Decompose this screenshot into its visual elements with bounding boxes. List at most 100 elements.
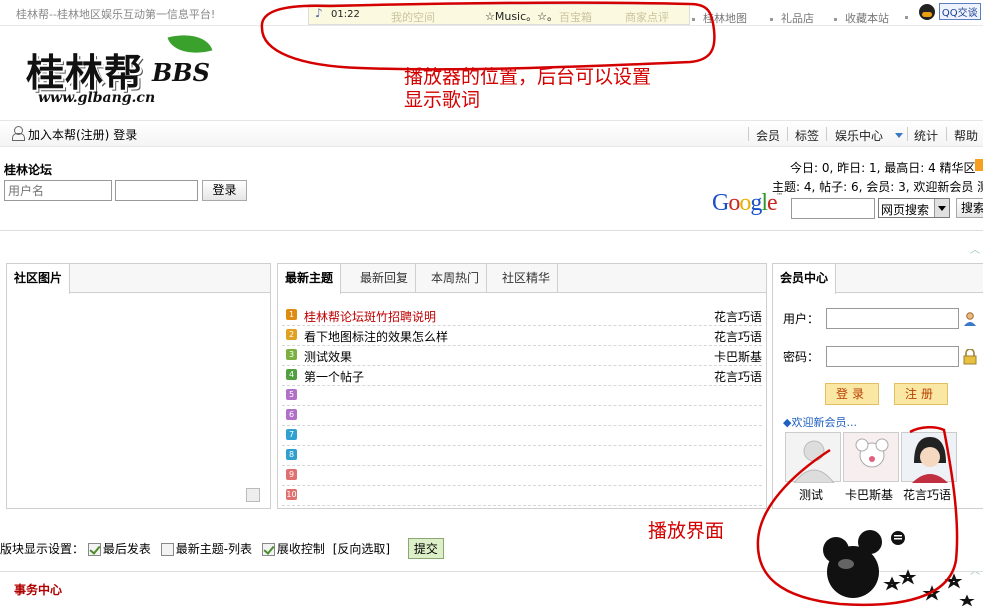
tab-member-center[interactable]: 会员中心 — [773, 264, 837, 294]
password-input[interactable] — [115, 180, 198, 201]
rank-number-icon: 6 — [286, 409, 297, 420]
submit-button[interactable]: 提交 — [407, 538, 444, 559]
nav-item-stats[interactable]: 统计 — [914, 127, 938, 144]
logo-text: 桂林帮 — [26, 50, 144, 95]
member-login-button[interactable]: 登录 — [825, 383, 879, 405]
player-ghost-link: 百宝箱 — [559, 11, 592, 24]
topic-row[interactable]: 1 桂林帮论坛斑竹招聘说明 花言巧语 — [282, 306, 762, 326]
chevron-down-icon[interactable] — [895, 133, 903, 138]
tab-latest-topics[interactable]: 最新主题 — [278, 264, 342, 294]
topic-row[interactable]: 4 第一个帖子 花言巧语 — [282, 366, 762, 386]
login-link[interactable]: 登录 — [113, 128, 137, 142]
rss-icon[interactable] — [975, 159, 983, 171]
nav-separator — [946, 127, 947, 141]
collapse-icon[interactable]: ︿ — [970, 241, 980, 256]
topic-author-link[interactable]: 花言巧语 — [714, 328, 762, 345]
settings-label: 版块显示设置： — [0, 542, 85, 556]
forum-stats-summary: 主题: 4, 帖子: 6, 会员: 3, 欢迎新会员 测 — [772, 180, 983, 194]
search-input[interactable] — [791, 198, 875, 219]
avatar[interactable] — [843, 432, 899, 482]
chevron-down-icon[interactable] — [934, 199, 949, 217]
user-icon — [963, 312, 977, 326]
rank-number-icon: 1 — [286, 309, 297, 320]
music-note-icon: ♪ — [315, 6, 323, 20]
username-input[interactable] — [4, 180, 112, 201]
topic-author-link[interactable]: 卡巴斯基 — [714, 348, 762, 365]
tab-latest-replies[interactable]: 最新回复 — [353, 264, 417, 293]
password-label: 密码： — [783, 350, 820, 364]
lock-icon — [963, 348, 977, 365]
google-logo: Google — [712, 190, 778, 216]
tab-community-best[interactable]: 社区精华 — [495, 264, 559, 293]
member-password-input[interactable] — [826, 346, 959, 367]
nav-separator — [826, 127, 827, 141]
topic-row[interactable]: 2 看下地图标注的效果怎么样 花言巧语 — [282, 326, 762, 346]
topic-author-link[interactable]: 花言巧语 — [714, 368, 762, 385]
checkbox[interactable] — [261, 543, 275, 556]
member-username-input[interactable] — [826, 308, 959, 329]
checkbox[interactable] — [87, 543, 101, 556]
topic-author-link[interactable]: 花言巧语 — [714, 308, 762, 325]
new-member-name[interactable]: 测试 — [799, 486, 823, 503]
site-logo[interactable]: 桂林帮 BBS www.glbang.cn — [22, 27, 222, 110]
topic-title-link[interactable]: 桂林帮论坛斑竹招聘说明 — [304, 308, 436, 325]
nav-item-help[interactable]: 帮助 — [954, 127, 978, 144]
panel-header: 社区图片 — [7, 264, 270, 294]
mickey-player-widget[interactable] — [808, 528, 978, 608]
top-link-bookmark[interactable]: 收藏本站 — [834, 10, 889, 26]
tab-weekly-hot[interactable]: 本周热门 — [424, 264, 488, 293]
search-button[interactable]: 搜索 — [956, 198, 983, 218]
player-song-title: ☆Music。☆。 — [485, 10, 559, 23]
topic-row: 9 — [282, 466, 762, 486]
scroll-arrow-icon[interactable] — [246, 488, 260, 502]
leaf-icon — [167, 27, 213, 61]
top-link-gift[interactable]: 礼品店 — [770, 10, 814, 26]
topics-panel: 最新主题 最新回复 本周热门 社区精华 1 桂林帮论坛斑竹招聘说明 花言巧语 2 看下地… — [277, 263, 767, 509]
rank-number-icon: 3 — [286, 349, 297, 360]
forum-title: 桂林论坛 — [4, 163, 53, 177]
logo-url: www.glbang.cn — [38, 90, 156, 106]
topic-row: 10 — [282, 486, 762, 506]
trademark-mark: ™ — [776, 192, 783, 200]
topic-row: 8 — [282, 446, 762, 466]
user-label: 用户： — [783, 312, 820, 326]
avatar[interactable] — [901, 432, 957, 483]
nav-item-members[interactable]: 会员 — [756, 127, 780, 144]
checkbox[interactable] — [160, 543, 174, 556]
option-collapse-control[interactable]: 展收控制 — [261, 542, 325, 556]
search-type-select[interactable]: 网页搜索 — [878, 198, 950, 218]
topic-title-link[interactable]: 第一个帖子 — [304, 368, 364, 385]
invert-selection-link[interactable]: [反向选取] — [333, 542, 390, 556]
topic-row[interactable]: 3 测试效果 卡巴斯基 — [282, 346, 762, 366]
topic-row: 6 — [282, 406, 762, 426]
option-last-post[interactable]: 最后发表 — [87, 542, 151, 556]
topic-title-link[interactable]: 测试效果 — [304, 348, 352, 365]
panel-header: 最新主题 最新回复 本周热门 社区精华 — [278, 264, 766, 294]
nav-separator — [907, 127, 908, 141]
qq-penguin-icon — [919, 3, 935, 20]
top-link-bookmark-dot — [905, 10, 916, 23]
site-slogan: 桂林帮--桂林地区娱乐互动第一信息平台! — [16, 8, 216, 21]
join-register-link[interactable]: 加入本帮(注册) 登录 — [28, 126, 137, 143]
tab-community-pictures[interactable]: 社区图片 — [7, 264, 71, 294]
rank-number-icon: 5 — [286, 389, 297, 400]
topic-title-link[interactable]: 看下地图标注的效果怎么样 — [304, 328, 448, 345]
rank-number-icon: 10 — [286, 489, 297, 500]
nav-item-entertainment[interactable]: 娱乐中心 — [835, 127, 883, 144]
new-member-name[interactable]: 花言巧语 — [903, 486, 951, 503]
new-member-name[interactable]: 卡巴斯基 — [845, 486, 893, 503]
qq-chat-button[interactable]: QQ交谈 — [938, 3, 981, 20]
nav-item-tags[interactable]: 标签 — [795, 127, 819, 144]
qq-chat[interactable]: QQ交谈 — [919, 3, 981, 20]
login-button[interactable]: 登录 — [202, 180, 247, 201]
nav-separator — [748, 127, 749, 141]
top-link-map[interactable]: 桂林地图 — [692, 10, 747, 26]
forum-stats: 今日: 0, 昨日: 1, 最高日: 4 精华区 — [790, 161, 976, 175]
block-display-settings: 版块显示设置： 最后发表 最新主题-列表 展收控制 [反向选取] 提交 — [0, 538, 444, 562]
music-player[interactable]: ♪ 01:22 我的空间 ☆Music。☆。 百宝箱 商家点评 — [308, 4, 690, 25]
avatar[interactable] — [785, 432, 841, 484]
pictures-panel: 社区图片 — [6, 263, 271, 509]
option-latest-topic-list[interactable]: 最新主题-列表 — [160, 542, 252, 556]
annotation-player-position: 播放器的位置，后台可以设置 显示歌词 — [404, 66, 652, 111]
member-register-button[interactable]: 注册 — [894, 383, 948, 405]
